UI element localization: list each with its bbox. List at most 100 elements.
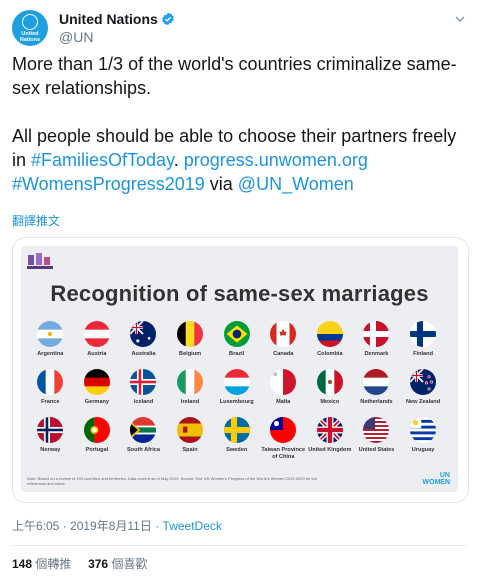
translate-tweet-link[interactable]: 翻譯推文: [12, 212, 60, 229]
flag-icon: [130, 369, 157, 395]
flag-icon: [177, 321, 204, 347]
infographic-note: Note: Based on a review of 193 countries…: [27, 476, 317, 486]
flag-icon: [270, 417, 297, 443]
meta-separator: ·: [151, 519, 163, 533]
flag-item: United Kingdom: [307, 417, 354, 465]
flag-country-label: Netherlands: [360, 399, 393, 405]
flag-icon: [177, 417, 204, 443]
text-segment: via: [204, 174, 238, 194]
flag-country-label: Mexico: [320, 399, 340, 405]
flag-row: Norway Portugal South Africa Spain Sweden Tai…: [27, 417, 447, 465]
infographic-image: Recognition of same-sex marriages Argent…: [21, 246, 458, 492]
flag-item: Finland: [400, 321, 447, 369]
flag-icon: [363, 369, 390, 395]
flag-icon: [223, 417, 250, 443]
flag-item: Mexico: [307, 369, 354, 417]
tweet-text: More than 1/3 of the world's countries c…: [12, 52, 467, 196]
flag-country-label: United States: [358, 447, 395, 453]
flag-icon: [316, 369, 343, 395]
flag-country-label: Argentina: [37, 351, 64, 357]
flag-item: Malta: [260, 369, 307, 417]
flag-item: Denmark: [353, 321, 400, 369]
flag-item: Canada: [260, 321, 307, 369]
flag-icon: [410, 417, 437, 443]
flag-country-label: United Kingdom: [308, 447, 352, 453]
flag-country-label: Austria: [87, 351, 107, 357]
flag-country-label: South Africa: [126, 447, 160, 453]
tweet-source[interactable]: TweetDeck: [163, 519, 222, 533]
flag-icon: [270, 321, 297, 347]
flag-country-label: Colombia: [317, 351, 343, 357]
flag-icon: [270, 369, 297, 395]
flag-item: Norway: [27, 417, 74, 465]
flag-country-label: Sweden: [226, 447, 248, 453]
flag-country-label: New Zealand: [405, 399, 441, 405]
flag-icon: [37, 417, 64, 443]
un-women-logo: UN WOMEN: [422, 472, 450, 486]
flag-icon: [130, 321, 157, 347]
flag-item: Iceland: [120, 369, 167, 417]
flag-country-label: Malta: [276, 399, 291, 405]
progress-link[interactable]: progress.unwomen.org: [184, 150, 368, 170]
tweet-meta: 上午6:05 · 2019年8月11日 · TweetDeck: [12, 517, 222, 534]
flag-icon: [410, 321, 437, 347]
author-handle[interactable]: @UN: [59, 29, 93, 45]
flag-country-label: Germany: [84, 399, 110, 405]
flag-item: Brazil: [213, 321, 260, 369]
chevron-down-icon[interactable]: [453, 12, 467, 26]
flag-row: France Germany Iceland Ireland Luxembourg Mal…: [27, 369, 447, 417]
author-name-row: United Nations: [59, 11, 175, 27]
flag-icon: [83, 321, 110, 347]
flag-item: United States: [353, 417, 400, 465]
flag-item: Spain: [167, 417, 214, 465]
flag-country-label: Ireland: [180, 399, 200, 405]
flag-country-label: Portugal: [85, 447, 109, 453]
hashtag-womens-progress[interactable]: #WomensProgress2019: [12, 174, 205, 194]
flag-item: New Zealand: [400, 369, 447, 417]
flag-icon: [363, 321, 390, 347]
flag-country-label: Uruguay: [411, 447, 435, 453]
flag-country-label: Luxembourg: [219, 399, 254, 405]
flag-icon: [410, 369, 437, 395]
verified-badge-icon: [161, 12, 174, 26]
flag-item: Australia: [120, 321, 167, 369]
retweets-stat[interactable]: 148 個轉推: [12, 557, 71, 571]
flag-item: Netherlands: [353, 369, 400, 417]
flag-item: Belgium: [167, 321, 214, 369]
media-card[interactable]: Recognition of same-sex marriages Argent…: [12, 237, 469, 503]
flag-item: Austria: [74, 321, 121, 369]
flag-grid: Argentina Austria Australia Belgium Brazil Ca…: [27, 321, 447, 465]
tweet-timestamp[interactable]: 上午6:05 · 2019年8月11日: [12, 519, 152, 533]
divider: [12, 545, 467, 546]
author-name[interactable]: United Nations: [59, 11, 158, 27]
flag-country-label: Spain: [182, 447, 198, 453]
avatar-text: United Nations: [19, 30, 41, 43]
flag-item: Taiwan Province of China: [260, 417, 307, 465]
flag-item: Argentina: [27, 321, 74, 369]
flag-country-label: Norway: [40, 447, 61, 453]
flag-country-label: Finland: [413, 351, 433, 357]
flag-icon: [223, 369, 250, 395]
hashtag-families-of-today[interactable]: #FamiliesOfToday: [31, 150, 174, 170]
flag-icon: [37, 369, 64, 395]
flag-icon: [37, 321, 64, 347]
flag-icon: [363, 417, 390, 443]
flag-item: France: [27, 369, 74, 417]
flag-icon: [177, 369, 204, 395]
avatar[interactable]: United Nations: [12, 10, 48, 46]
text-segment: .: [173, 150, 184, 170]
likes-label: 個喜歡: [111, 557, 148, 571]
likes-stat[interactable]: 376 個喜歡: [88, 557, 147, 571]
retweets-label: 個轉推: [35, 557, 72, 571]
flag-icon: [83, 417, 110, 443]
mention-un-women[interactable]: @UN_Women: [238, 174, 354, 194]
likes-count: 376: [88, 557, 109, 571]
flag-row: Argentina Austria Australia Belgium Brazil Ca…: [27, 321, 447, 369]
tweet-text-paragraph-1: More than 1/3 of the world's countries c…: [12, 54, 457, 98]
flag-country-label: Taiwan Province of China: [261, 447, 306, 460]
flag-item: Ireland: [167, 369, 214, 417]
flag-icon: [130, 417, 157, 443]
flag-country-label: Australia: [131, 351, 156, 357]
un-emblem-icon: [22, 13, 38, 30]
flag-item: Uruguay: [400, 417, 447, 465]
